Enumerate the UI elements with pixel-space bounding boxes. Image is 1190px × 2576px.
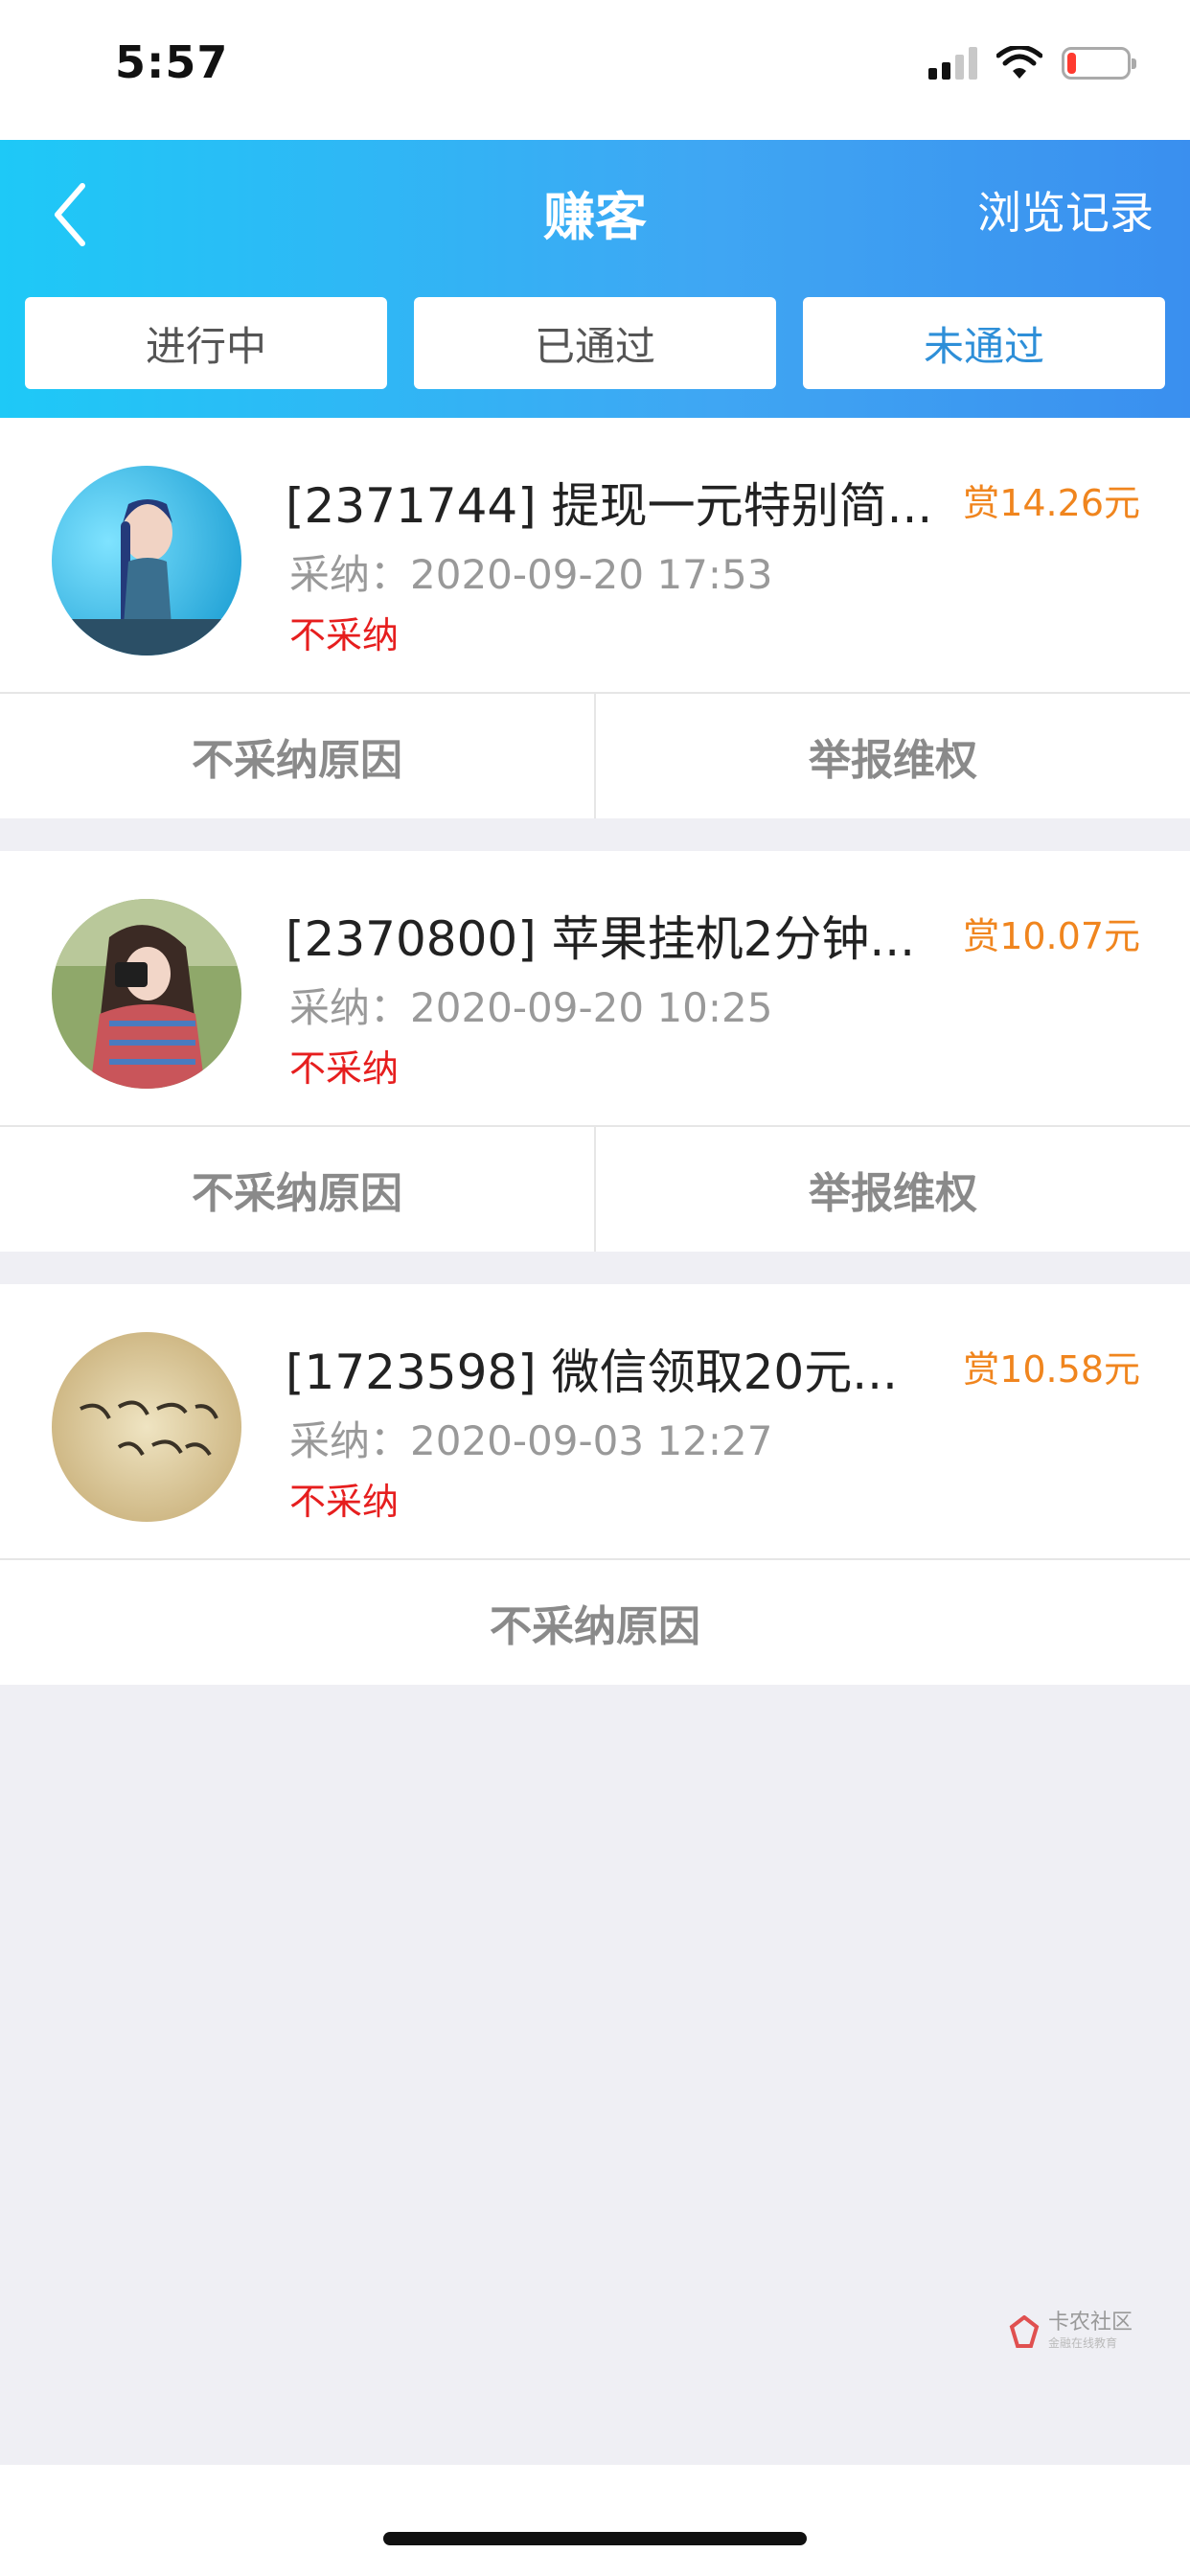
task-status: 不采纳	[289, 1047, 400, 1090]
task-actions: 不采纳原因 举报维权	[0, 1127, 1190, 1252]
cellular-signal-icon	[928, 47, 977, 80]
time-label: 采纳：	[289, 1417, 411, 1464]
watermark-text: 卡农社区	[1047, 2311, 1133, 2334]
avatar	[52, 466, 241, 656]
header: 赚客 浏览记录 进行中 已通过 未通过	[0, 140, 1190, 418]
task-title: [2370800] 苹果挂机2分钟...	[286, 911, 916, 967]
browse-history-button[interactable]: 浏览记录	[977, 178, 1154, 242]
task-card-body[interactable]: [1723598] 微信领取20元... 赏10.58元 采纳：2020-09-…	[0, 1284, 1190, 1560]
task-list: [2371744] 提现一元特别简... 赏14.26元 采纳：2020-09-…	[0, 418, 1190, 1717]
time-value: 2020-09-20 10:25	[410, 984, 773, 1031]
status-icons	[928, 44, 1136, 82]
task-card[interactable]: [1723598] 微信领取20元... 赏10.58元 采纳：2020-09-…	[0, 1284, 1190, 1685]
task-reward: 赏14.26元	[963, 482, 1140, 524]
watermark-subtext: 金融在线教育	[1047, 2336, 1117, 2351]
task-card[interactable]: [2370800] 苹果挂机2分钟... 赏10.07元 采纳：2020-09-…	[0, 851, 1190, 1252]
tab-approved[interactable]: 已通过	[414, 297, 776, 389]
task-card[interactable]: [2371744] 提现一元特别简... 赏14.26元 采纳：2020-09-…	[0, 418, 1190, 818]
kanong-logo-icon	[1009, 2314, 1040, 2348]
avatar	[52, 1332, 241, 1522]
task-time: 采纳：2020-09-20 10:25	[289, 976, 773, 1034]
rejection-reason-button[interactable]: 不采纳原因	[0, 1127, 594, 1252]
task-reward: 赏10.07元	[963, 915, 1140, 957]
rejection-reason-button[interactable]: 不采纳原因	[0, 1560, 1190, 1685]
bottom-safe-area	[0, 2465, 1190, 2576]
wifi-icon	[996, 46, 1042, 79]
task-reward: 赏10.58元	[963, 1348, 1140, 1391]
avatar	[52, 899, 241, 1089]
task-time: 采纳：2020-09-20 17:53	[289, 542, 773, 601]
tab-rejected[interactable]: 未通过	[803, 297, 1165, 389]
status-time: 5:57	[115, 36, 229, 88]
report-button[interactable]: 举报维权	[594, 694, 1190, 818]
watermark: 卡农社区 金融在线教育	[1008, 2311, 1133, 2351]
task-title: [2371744] 提现一元特别简...	[286, 478, 933, 534]
task-actions: 不采纳原因	[0, 1560, 1190, 1685]
time-value: 2020-09-03 12:27	[410, 1417, 773, 1464]
task-card-body[interactable]: [2370800] 苹果挂机2分钟... 赏10.07元 采纳：2020-09-…	[0, 851, 1190, 1127]
rejection-reason-button[interactable]: 不采纳原因	[0, 694, 594, 818]
task-status: 不采纳	[289, 614, 400, 656]
task-card-body[interactable]: [2371744] 提现一元特别简... 赏14.26元 采纳：2020-09-…	[0, 418, 1190, 694]
task-time: 采纳：2020-09-03 12:27	[289, 1409, 773, 1467]
tab-in-progress[interactable]: 进行中	[25, 297, 387, 389]
home-indicator[interactable]	[383, 2532, 807, 2545]
time-label: 采纳：	[289, 984, 411, 1031]
battery-icon	[1062, 47, 1136, 80]
time-value: 2020-09-20 17:53	[410, 551, 773, 598]
time-label: 采纳：	[289, 551, 411, 598]
report-button[interactable]: 举报维权	[594, 1127, 1190, 1252]
task-actions: 不采纳原因 举报维权	[0, 694, 1190, 818]
status-bar: 5:57	[0, 0, 1190, 140]
tab-bar: 进行中 已通过 未通过	[25, 297, 1165, 389]
battery-level	[1067, 53, 1076, 74]
task-status: 不采纳	[289, 1481, 400, 1523]
task-title: [1723598] 微信领取20元...	[286, 1345, 898, 1400]
